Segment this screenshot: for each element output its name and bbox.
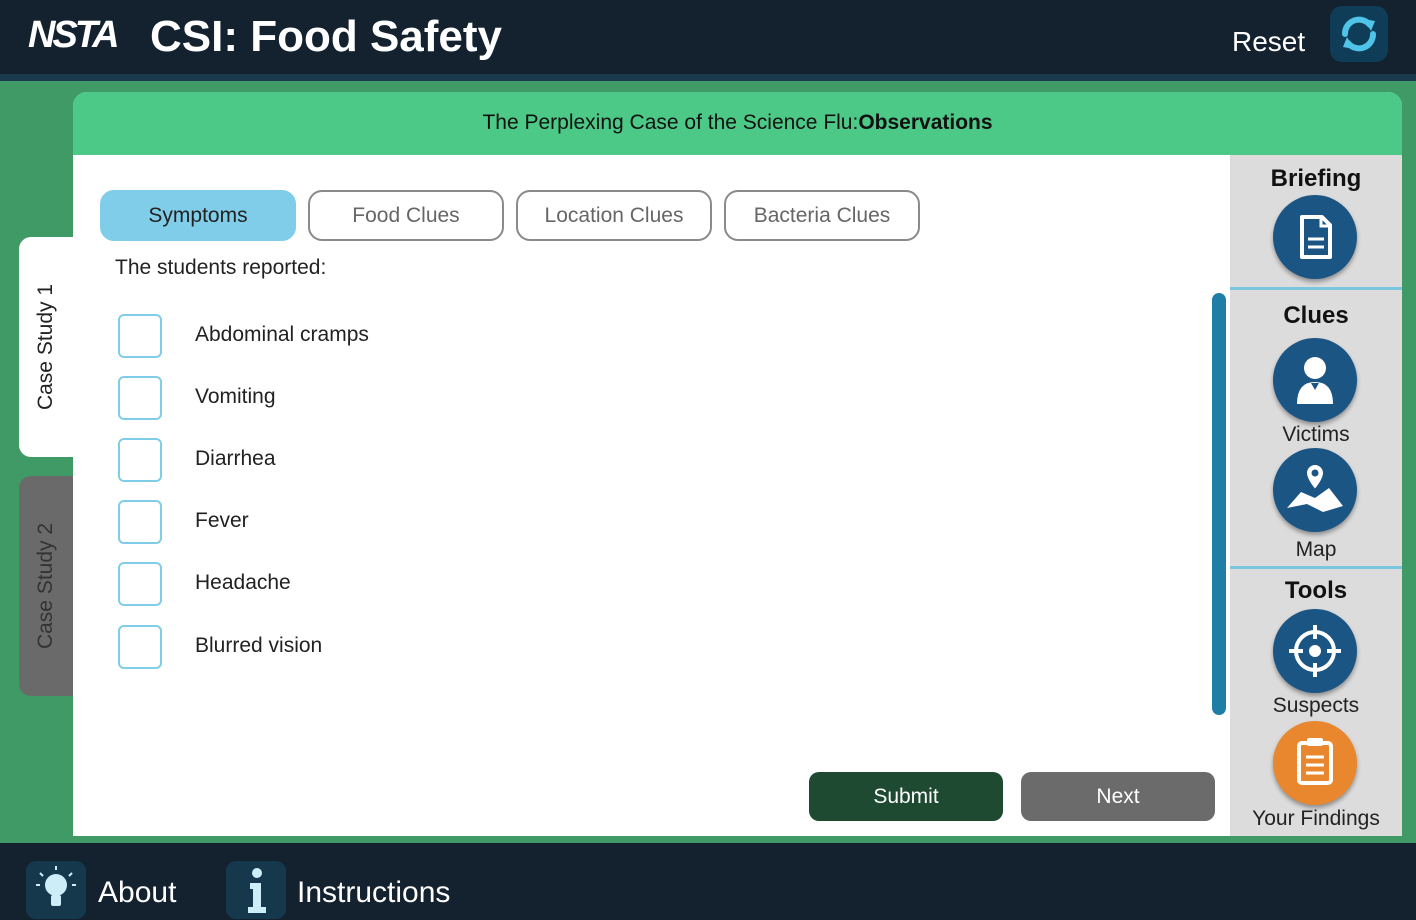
symptom-checkbox[interactable]	[118, 625, 162, 669]
victims-label: Victims	[1282, 423, 1350, 446]
tab-bacteria-clues[interactable]: Bacteria Clues	[724, 190, 920, 241]
victims-button[interactable]	[1273, 338, 1357, 422]
tab-symptoms[interactable]: Symptoms	[100, 190, 296, 241]
scrollbar[interactable]	[1212, 293, 1226, 715]
person-icon	[1297, 357, 1333, 404]
top-bar: NSTA CSI: Food Safety Reset	[0, 0, 1416, 81]
next-button[interactable]: Next	[1021, 772, 1215, 821]
briefing-button[interactable]	[1273, 195, 1357, 279]
symptom-label: Headache	[195, 571, 291, 594]
instructions-label[interactable]: Instructions	[297, 876, 450, 910]
about-button[interactable]	[26, 861, 86, 919]
document-icon	[1300, 215, 1332, 259]
nsta-logo: NSTA	[28, 14, 120, 56]
map-label: Map	[1295, 538, 1337, 561]
tab-case-study-1-label: Case Study 1	[34, 283, 57, 411]
symptom-checkbox[interactable]	[118, 500, 162, 544]
findings-button[interactable]	[1273, 721, 1357, 805]
divider	[1230, 287, 1402, 290]
tab-case-study-1[interactable]: Case Study 1	[19, 237, 73, 457]
divider	[1230, 566, 1402, 569]
tools-heading: Tools	[1284, 577, 1348, 604]
app-title: CSI: Food Safety	[150, 12, 503, 61]
findings-label: Your Findings	[1252, 807, 1380, 830]
tab-food-clues[interactable]: Food Clues	[308, 190, 504, 241]
symptom-label: Vomiting	[195, 385, 276, 408]
symptom-label: Abdominal cramps	[195, 323, 369, 346]
reset-button[interactable]	[1330, 6, 1388, 62]
suspects-button[interactable]	[1273, 609, 1357, 693]
clipboard-icon	[1297, 738, 1333, 785]
tab-case-study-2[interactable]: Case Study 2	[19, 476, 73, 696]
reset-label[interactable]: Reset	[1232, 26, 1305, 58]
symptom-checkbox[interactable]	[118, 438, 162, 482]
case-section: Observations	[858, 111, 993, 134]
bottom-bar: About Instructions	[0, 843, 1416, 920]
instructions-button[interactable]	[226, 861, 286, 919]
case-title: The Perplexing Case of the Science Flu:O…	[73, 111, 1402, 135]
tool-panel: Briefing Clues Victims Map Tools Suspect…	[1230, 155, 1402, 836]
map-button[interactable]	[1273, 448, 1357, 532]
symptom-checkbox[interactable]	[118, 314, 162, 358]
briefing-heading: Briefing	[1270, 165, 1362, 192]
prompt-text: The students reported:	[115, 256, 327, 279]
refresh-icon	[1342, 16, 1376, 52]
about-label[interactable]: About	[98, 876, 176, 910]
tab-case-study-2-label: Case Study 2	[34, 522, 57, 650]
case-title-text: The Perplexing Case of the Science Flu:	[482, 111, 859, 134]
submit-button[interactable]: Submit	[809, 772, 1003, 821]
info-icon	[248, 868, 266, 913]
symptom-checkbox[interactable]	[118, 376, 162, 420]
symptom-checkbox[interactable]	[118, 562, 162, 606]
symptom-label: Fever	[195, 509, 249, 532]
clues-heading: Clues	[1283, 302, 1349, 329]
crosshair-icon	[1289, 625, 1341, 677]
symptom-label: Diarrhea	[195, 447, 276, 470]
tab-location-clues[interactable]: Location Clues	[516, 190, 712, 241]
panel-header: The Perplexing Case of the Science Flu:O…	[73, 92, 1402, 155]
lightbulb-icon	[36, 866, 76, 906]
suspects-label: Suspects	[1272, 694, 1360, 717]
symptom-label: Blurred vision	[195, 634, 323, 657]
map-pin-icon	[1287, 462, 1343, 512]
